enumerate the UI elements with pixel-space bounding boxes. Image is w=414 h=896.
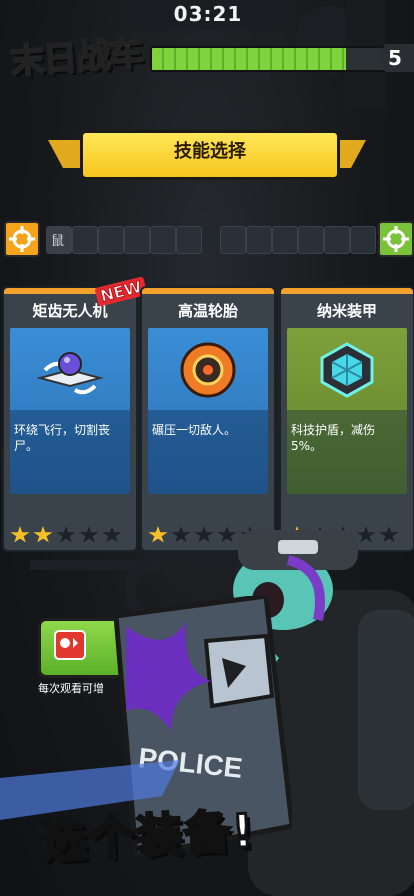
skill-slot bbox=[272, 226, 298, 254]
game-logo: 末日战车 bbox=[8, 32, 144, 83]
skill-slot bbox=[72, 226, 98, 254]
skill-select-title: 技能选择 bbox=[174, 141, 246, 162]
fire-tire-icon bbox=[180, 342, 236, 398]
skill-slot bbox=[124, 226, 150, 254]
skill-card-name: 纳米装甲 bbox=[316, 302, 377, 320]
star-icon bbox=[102, 526, 122, 543]
level-progress-fill bbox=[152, 48, 346, 70]
star-icon bbox=[56, 526, 76, 543]
card-header-stripe bbox=[142, 288, 274, 294]
skill-card-name: 高温轮胎 bbox=[177, 302, 238, 320]
skill-card-stars bbox=[10, 526, 125, 544]
skill-card[interactable]: 高温轮胎碾压一切敌人。 bbox=[142, 288, 274, 550]
star-icon bbox=[33, 526, 53, 543]
skill-slot bbox=[350, 226, 376, 254]
skill-card-description: 环绕飞行，切割丧尸。 bbox=[14, 423, 111, 453]
watch-ad-caption: 每次观看可增 bbox=[38, 682, 104, 695]
skill-card[interactable]: 矩齿无人机环绕飞行，切割丧尸。 bbox=[4, 288, 136, 550]
skill-card-description: 科技护盾，减伤5%。 bbox=[291, 423, 376, 453]
drone-blade-icon bbox=[36, 352, 104, 395]
video-play-icon bbox=[54, 630, 86, 660]
level-progress-bar bbox=[150, 46, 390, 72]
star-icon bbox=[10, 526, 30, 543]
skill-slot bbox=[220, 226, 246, 254]
skill-card-name: 矩齿无人机 bbox=[32, 302, 108, 320]
crosshair-icon-right bbox=[378, 221, 414, 257]
skill-slot bbox=[298, 226, 324, 254]
crosshair-icon-left bbox=[4, 221, 40, 257]
skill-slot bbox=[150, 226, 176, 254]
skill-slot-icon: 鼠 bbox=[51, 234, 65, 249]
promo-slogan: 选个装备! bbox=[37, 802, 258, 870]
star-icon bbox=[148, 526, 168, 543]
level-number: 5 bbox=[388, 46, 402, 70]
match-timer: 03:21 bbox=[173, 2, 243, 26]
skill-card[interactable]: 纳米装甲科技护盾，减伤5%。 bbox=[281, 288, 413, 550]
skill-card-description: 碾压一切敌人。 bbox=[152, 423, 237, 437]
skill-slot bbox=[176, 226, 202, 254]
skill-slot bbox=[324, 226, 350, 254]
skill-slot bbox=[98, 226, 124, 254]
star-icon bbox=[171, 526, 191, 543]
skill-slot: 鼠 bbox=[46, 226, 72, 254]
card-header-stripe bbox=[281, 288, 413, 294]
nano-armor-icon bbox=[320, 342, 374, 398]
skill-slot bbox=[246, 226, 272, 254]
star-icon bbox=[79, 526, 99, 543]
